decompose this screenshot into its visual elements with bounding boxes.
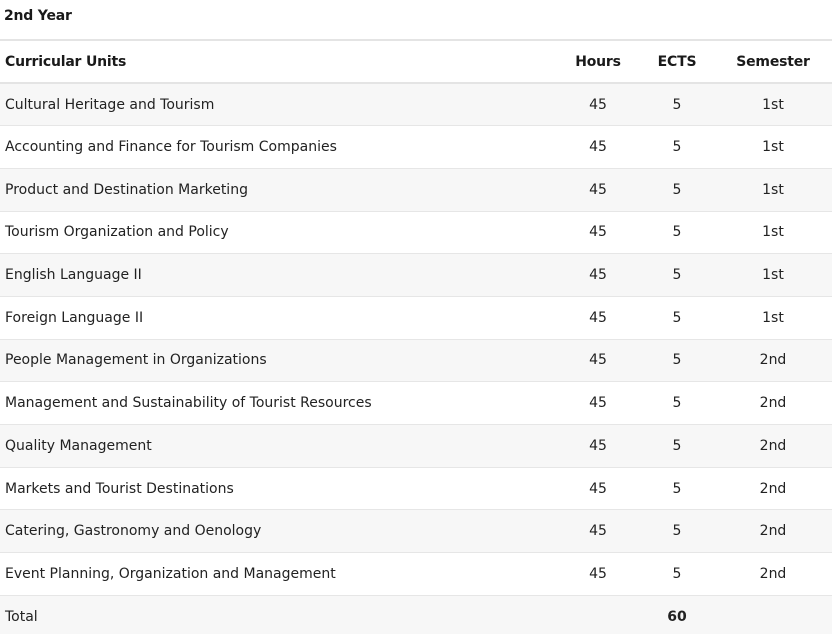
total-label: Total <box>5 608 38 625</box>
total-semester-cell <box>714 595 832 634</box>
unit-name-cell: Product and Destination Marketing <box>0 168 556 212</box>
semester-cell: 2nd <box>714 339 832 383</box>
unit-name-cell: Markets and Tourist Destinations <box>0 467 556 511</box>
table-row: Catering, Gastronomy and Oenology 45 5 2nd <box>0 509 832 554</box>
ects-cell: 5 <box>640 424 714 468</box>
unit-name-cell: Catering, Gastronomy and Oenology <box>0 509 556 554</box>
ects-cell: 5 <box>640 83 714 127</box>
table-row: Tourism Organization and Policy 45 5 1st <box>0 211 832 255</box>
table-row: Accounting and Finance for Tourism Compa… <box>0 125 832 169</box>
table-row: Quality Management 45 5 2nd <box>0 424 832 468</box>
semester-cell: 2nd <box>714 381 832 425</box>
ects-cell: 5 <box>640 296 714 340</box>
semester-cell: 1st <box>714 168 832 212</box>
semester-cell: 1st <box>714 296 832 340</box>
ects-cell: 5 <box>640 253 714 297</box>
section-title: 2nd Year <box>4 8 72 24</box>
table-row: Management and Sustainability of Tourist… <box>0 381 832 425</box>
table-row: People Management in Organizations 45 5 2nd <box>0 339 832 383</box>
unit-name-cell: English Language II <box>0 253 556 297</box>
hours-cell: 45 <box>556 552 640 596</box>
unit-name-cell: Accounting and Finance for Tourism Compa… <box>0 125 556 169</box>
ects-cell: 5 <box>640 381 714 425</box>
total-ects: 60 <box>667 608 687 625</box>
unit-name-cell: Tourism Organization and Policy <box>0 211 556 255</box>
hours-cell: 45 <box>556 168 640 212</box>
semester-cell: 2nd <box>714 424 832 468</box>
ects-cell: 5 <box>640 168 714 212</box>
table-row: English Language II 45 5 1st <box>0 253 832 297</box>
semester-cell: 2nd <box>714 467 832 511</box>
ects-cell: 5 <box>640 125 714 169</box>
ects-cell: 5 <box>640 467 714 511</box>
table-row: Cultural Heritage and Tourism 45 5 1st <box>0 83 832 127</box>
semester-cell: 2nd <box>714 509 832 554</box>
total-row: Total 60 <box>0 595 832 634</box>
ects-cell: 5 <box>640 509 714 554</box>
unit-name-cell: Management and Sustainability of Tourist… <box>0 381 556 425</box>
hours-cell: 45 <box>556 467 640 511</box>
total-hours-cell <box>556 595 640 634</box>
unit-name-cell: People Management in Organizations <box>0 339 556 383</box>
hours-cell: 45 <box>556 424 640 468</box>
hours-cell: 45 <box>556 211 640 255</box>
ects-cell: 5 <box>640 211 714 255</box>
semester-cell: 1st <box>714 125 832 169</box>
curricular-units-table: Curricular Units Hours ECTS Semester Cul… <box>0 39 832 634</box>
table-row: Markets and Tourist Destinations 45 5 2nd <box>0 467 832 511</box>
unit-name-cell: Cultural Heritage and Tourism <box>0 83 556 127</box>
table-row: Product and Destination Marketing 45 5 1st <box>0 168 832 212</box>
hours-cell: 45 <box>556 509 640 554</box>
ects-cell: 5 <box>640 339 714 383</box>
hours-cell: 45 <box>556 381 640 425</box>
hours-cell: 45 <box>556 125 640 169</box>
header-semester: Semester <box>714 39 832 84</box>
unit-name-cell: Quality Management <box>0 424 556 468</box>
semester-cell: 1st <box>714 253 832 297</box>
hours-cell: 45 <box>556 83 640 127</box>
header-curricular-units: Curricular Units <box>0 39 556 84</box>
unit-name-cell: Event Planning, Organization and Managem… <box>0 552 556 596</box>
table-row: Event Planning, Organization and Managem… <box>0 552 832 596</box>
semester-cell: 1st <box>714 211 832 255</box>
hours-cell: 45 <box>556 296 640 340</box>
page: 2nd Year Curricular Units Hours ECTS Sem… <box>0 0 832 634</box>
header-hours: Hours <box>556 39 640 84</box>
table-header-row: Curricular Units Hours ECTS Semester <box>0 39 832 84</box>
table-row: Foreign Language II 45 5 1st <box>0 296 832 340</box>
hours-cell: 45 <box>556 339 640 383</box>
ects-cell: 5 <box>640 552 714 596</box>
hours-cell: 45 <box>556 253 640 297</box>
header-ects: ECTS <box>640 39 714 84</box>
semester-cell: 1st <box>714 83 832 127</box>
unit-name-cell: Foreign Language II <box>0 296 556 340</box>
semester-cell: 2nd <box>714 552 832 596</box>
